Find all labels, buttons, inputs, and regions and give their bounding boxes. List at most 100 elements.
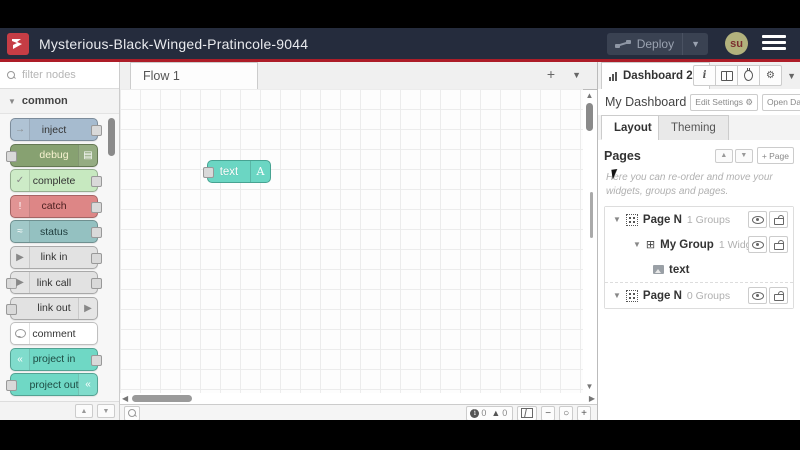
- tab-layout[interactable]: Layout: [601, 115, 665, 140]
- text-node-icon: A: [250, 161, 270, 182]
- minimap-icon: [521, 408, 534, 418]
- visibility-toggle-button[interactable]: [748, 211, 767, 228]
- edit-settings-button[interactable]: Edit Settings ⚙: [690, 93, 759, 111]
- tree-row-page[interactable]: ▼ Page N 1 Groups: [605, 207, 793, 232]
- tree-row-page[interactable]: ▼ Page N 0 Groups: [605, 282, 793, 308]
- canvas-search-button[interactable]: [124, 405, 140, 421]
- flow-list-caret[interactable]: ▼: [572, 70, 581, 80]
- palette-collapse-all-button[interactable]: ▲: [75, 404, 93, 418]
- add-page-button[interactable]: + Page: [756, 147, 794, 164]
- node-port: [6, 380, 17, 391]
- palette-category-common[interactable]: ▼ common: [0, 89, 119, 114]
- page-icon: [625, 289, 638, 302]
- open-dashboard-button[interactable]: Open Dashboard ↗: [762, 93, 800, 111]
- config-tab-button[interactable]: ⚙: [759, 65, 782, 86]
- main-area: ▼ common → inject ▤ debug ✓complete! catch ≈ st…: [0, 62, 800, 421]
- chevron-down-icon[interactable]: ▼: [613, 215, 621, 224]
- palette-expand-all-button[interactable]: ▼: [97, 404, 115, 418]
- lock-toggle-button[interactable]: [769, 236, 788, 253]
- notifications-counter[interactable]: i 0 ▲ 0: [466, 405, 514, 421]
- move-page-up-button[interactable]: ▲: [714, 148, 733, 163]
- tab-flow-1[interactable]: Flow 1: [130, 62, 258, 89]
- waveform-icon: ≈: [11, 221, 30, 242]
- palette-node-comment[interactable]: comment: [10, 322, 98, 345]
- help-tab-button[interactable]: [715, 65, 738, 86]
- letterbox-bottom: [0, 420, 800, 450]
- node-palette: ▼ common → inject ▤ debug ✓complete! catch ≈ st…: [0, 62, 120, 420]
- sidebar-options-caret[interactable]: ▼: [787, 71, 796, 81]
- palette-footer: ▲ ▼: [0, 401, 119, 420]
- move-page-down-button[interactable]: ▼: [734, 148, 753, 163]
- info-tab-button[interactable]: i: [693, 65, 716, 86]
- palette-node-project-out[interactable]: «project out: [6, 373, 98, 396]
- flow-canvas[interactable]: text A: [120, 89, 583, 393]
- palette-node-status[interactable]: ≈ status: [10, 220, 102, 243]
- group-table-icon: ⊞: [645, 239, 656, 251]
- link-arrow-icon: ▶: [11, 246, 30, 268]
- palette-node-label: status: [39, 225, 68, 238]
- palette-node-inject[interactable]: → inject: [10, 118, 102, 141]
- zoom-out-button[interactable]: −: [541, 405, 556, 421]
- palette-node-complete[interactable]: ✓ complete: [10, 169, 102, 192]
- palette-node-debug[interactable]: ▤ debug: [6, 143, 98, 167]
- scroll-left-icon[interactable]: ◀: [122, 394, 128, 403]
- visibility-toggle-button[interactable]: [748, 236, 767, 253]
- palette-scrollbar[interactable]: [108, 118, 115, 156]
- scroll-right-icon[interactable]: ▶: [589, 394, 595, 403]
- lock-toggle-button[interactable]: [769, 211, 788, 228]
- palette-node-label: inject: [41, 123, 67, 136]
- debug-tab-button[interactable]: [737, 65, 760, 86]
- tab-theming[interactable]: Theming: [658, 115, 729, 140]
- tree-row-widget[interactable]: text: [605, 257, 793, 282]
- vertical-scroll-thumb[interactable]: [586, 103, 593, 131]
- gear-icon: ⚙: [766, 70, 775, 81]
- toggle-navigator-button[interactable]: [517, 405, 538, 421]
- node-port: [91, 125, 102, 136]
- palette-search-input[interactable]: [20, 68, 104, 82]
- scroll-up-icon[interactable]: ▲: [585, 91, 594, 100]
- image-icon: [653, 265, 664, 274]
- add-flow-button[interactable]: +: [547, 66, 555, 82]
- palette-node-list: → inject ▤ debug ✓ complete! catch ≈ status ▶ link…: [0, 114, 119, 402]
- sidebar-tab-bar: Dashboard 2.0 i ⚙ ▼: [598, 62, 800, 90]
- search-icon: [128, 409, 136, 417]
- canvas-vertical-scrollbar[interactable]: ▲ ▼: [583, 91, 596, 391]
- info-icon: i: [702, 70, 707, 81]
- palette-node-catch[interactable]: ! catch: [10, 194, 102, 218]
- canvas-horizontal-scrollbar[interactable]: ◀ ▶: [122, 394, 595, 404]
- tree-item-label: text: [669, 263, 690, 276]
- palette-node-project-in[interactable]: «project in: [10, 347, 102, 371]
- palette-node-label: comment: [32, 327, 76, 340]
- deploy-options-caret[interactable]: ▼: [682, 33, 708, 55]
- palette-node-link-out[interactable]: ▶ link out: [6, 296, 98, 320]
- text-widget-node[interactable]: text A: [203, 160, 271, 183]
- tree-row-group[interactable]: ▼ ⊞ My Group 1 Widgets: [605, 232, 793, 257]
- palette-node-label: link in: [40, 251, 68, 263]
- user-avatar[interactable]: su: [725, 32, 748, 55]
- main-menu-button[interactable]: [762, 35, 786, 53]
- lock-toggle-button[interactable]: [769, 287, 788, 304]
- zoom-reset-button[interactable]: ○: [559, 405, 574, 421]
- palette-node-label: catch: [41, 200, 67, 212]
- node-port: [6, 303, 17, 315]
- node-red-window: Mysterious-Black-Winged-Pratincole-9044 …: [0, 0, 800, 450]
- mouse-cursor: [611, 168, 624, 180]
- tree-item-label: Page N: [642, 289, 682, 302]
- chevron-down-icon: ▼: [8, 96, 16, 106]
- palette-node-link-in[interactable]: ▶ link in: [10, 245, 102, 269]
- tree-item-label: Page N: [642, 213, 682, 226]
- chevron-down-icon[interactable]: ▼: [633, 240, 641, 249]
- scroll-down-icon[interactable]: ▼: [585, 382, 594, 391]
- palette-search[interactable]: [0, 62, 119, 89]
- visibility-toggle-button[interactable]: [748, 287, 767, 304]
- horizontal-scroll-thumb[interactable]: [132, 395, 192, 402]
- unlock-icon: [773, 215, 784, 225]
- sidebar-splitter-handle[interactable]: [590, 192, 593, 238]
- palette-node-link-call[interactable]: ▶ link call: [6, 271, 102, 294]
- bar-chart-icon: [609, 71, 618, 81]
- unlock-icon: [773, 240, 784, 250]
- zoom-in-button[interactable]: +: [577, 405, 591, 421]
- chevron-down-icon[interactable]: ▼: [613, 291, 621, 300]
- bug-icon: [744, 68, 753, 81]
- deploy-button[interactable]: Deploy ▼: [606, 33, 708, 55]
